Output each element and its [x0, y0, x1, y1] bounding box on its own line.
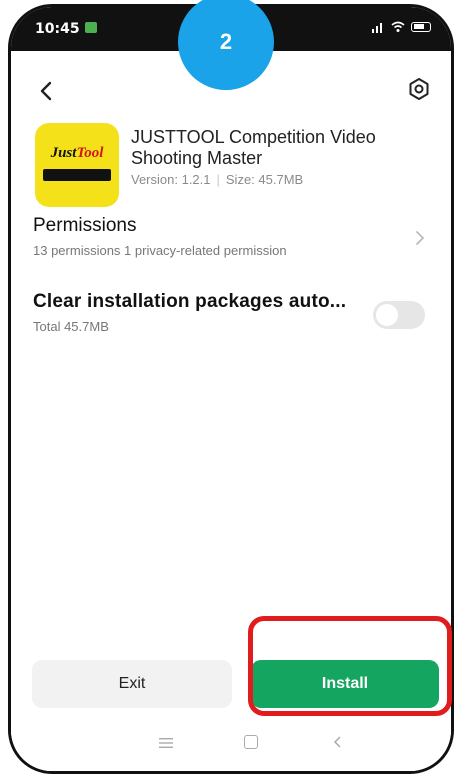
app-logo: JustTool [35, 123, 119, 207]
clear-packages-toggle[interactable] [373, 301, 425, 329]
phone-frame: 10:45 JustTool JUSTTOOL Competition Vide… [8, 4, 454, 774]
logo-text-just: Just [50, 145, 77, 161]
clear-packages-row: Clear installation packages auto... Tota… [33, 291, 431, 345]
back-icon[interactable] [333, 735, 343, 749]
clear-packages-title: Clear installation packages auto... [33, 291, 347, 312]
home-icon[interactable] [244, 735, 258, 749]
battery-icon [411, 22, 431, 32]
install-button[interactable]: Install [251, 660, 439, 708]
clear-packages-subtitle: Total 45.7MB [33, 319, 109, 334]
logo-text-tool: Tool [76, 145, 104, 161]
chevron-right-icon [416, 231, 425, 245]
app-name: JUSTTOOL Competition Video Shooting Mast… [131, 127, 376, 168]
logo-text: JustTool [35, 145, 119, 162]
logo-banner [43, 169, 111, 181]
settings-icon[interactable] [407, 77, 431, 101]
navigation-bar [11, 721, 451, 771]
exit-button[interactable]: Exit [32, 660, 232, 708]
status-icons [371, 21, 431, 33]
signal-icon [372, 23, 382, 33]
notification-icon [85, 22, 97, 33]
app-version: Version: 1.2.1 [131, 172, 211, 187]
back-arrow-icon[interactable] [35, 79, 59, 103]
permissions-subtitle: 13 permissions 1 privacy-related permiss… [33, 243, 287, 258]
permissions-row[interactable]: Permissions 13 permissions 1 privacy-rel… [33, 215, 431, 265]
meta-separator: | [216, 172, 220, 187]
status-time: 10:45 [35, 21, 80, 37]
toggle-knob [376, 304, 398, 326]
menu-icon[interactable] [159, 737, 173, 749]
wifi-icon [391, 21, 405, 32]
permissions-title: Permissions [33, 215, 137, 236]
app-meta: Version: 1.2.1 | Size: 45.7MB [131, 172, 303, 187]
app-size: Size: 45.7MB [225, 172, 304, 187]
